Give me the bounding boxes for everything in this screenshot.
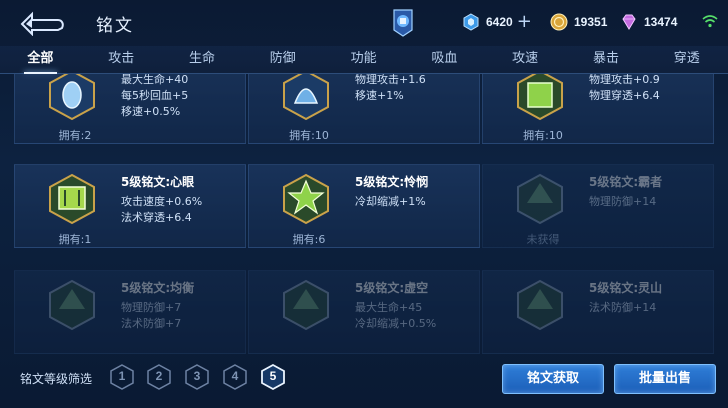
rune-card[interactable]: 5级铭文:心眼 攻击速度+0.6% 法术穿透+6.4 拥有:1	[14, 164, 246, 248]
top-bar: 铭文 6420 + 19351 13474	[0, 0, 728, 46]
rune-card[interactable]: 5级铭文:怜悯 冷却缩减+1% 拥有:6	[248, 164, 480, 248]
hero-badge-icon[interactable]	[390, 8, 416, 38]
rune-card[interactable]: 5级铭文:均衡 物理防御+7 法术防御+7	[14, 270, 246, 354]
tab-all[interactable]: 全部	[0, 46, 81, 74]
rune-owned-count: 拥有:10	[523, 129, 563, 142]
rune-emblem-icon	[283, 173, 329, 225]
rune-emblem-icon	[517, 173, 563, 225]
gold-coin-icon	[550, 13, 568, 31]
bottom-bar: 铭文等级筛选 1 2 3 4 5 铭文获取 批量出售	[0, 356, 728, 408]
rune-card[interactable]: 最大生命+40 每5秒回血+5 移速+0.5% 拥有:2	[14, 74, 246, 144]
rune-stat: 攻击速度+0.6%	[121, 195, 203, 208]
rune-grid: 最大生命+40 每5秒回血+5 移速+0.5% 拥有:2 物理攻击+1.6 移速…	[14, 74, 714, 356]
gold-balance: 19351	[550, 11, 607, 33]
gem-icon	[622, 14, 636, 30]
level-filter-label-5: 5	[269, 369, 277, 383]
rune-name: 5级铭文:灵山	[589, 281, 663, 295]
diamond-balance: 6420 +	[462, 11, 532, 33]
rune-stat: 物理防御+7	[121, 301, 182, 314]
rune-name: 5级铭文:霸者	[589, 175, 663, 189]
gem-value: 13474	[644, 15, 678, 29]
level-filter-4[interactable]: 4	[223, 364, 247, 390]
back-icon[interactable]	[18, 8, 66, 36]
add-diamond-button[interactable]: +	[517, 13, 532, 31]
rune-stat: 最大生命+40	[121, 74, 189, 86]
rune-owned-count: 拥有:10	[289, 129, 329, 142]
rune-stat: 法术防御+7	[121, 317, 182, 330]
rune-emblem-icon	[49, 74, 95, 121]
tab-crit[interactable]: 暴击	[566, 46, 647, 73]
rune-owned-count: 拥有:1	[58, 233, 92, 246]
level-filter-2[interactable]: 2	[147, 364, 171, 390]
rune-emblem-icon	[517, 74, 563, 121]
rune-stat: 物理攻击+0.9	[589, 74, 660, 86]
rune-stat: 法术防御+14	[589, 301, 657, 314]
rune-card[interactable]: 物理攻击+0.9 物理穿透+6.4 拥有:10	[482, 74, 714, 144]
category-tabs: 全部 攻击 生命 防御 功能 吸血 攻速 暴击 穿透	[0, 46, 728, 74]
rune-name: 5级铭文:虚空	[355, 281, 429, 295]
rune-card[interactable]: 物理攻击+1.6 移速+1% 拥有:10	[248, 74, 480, 144]
rune-stat: 每5秒回血+5	[121, 89, 189, 102]
rune-name: 5级铭文:怜悯	[355, 175, 429, 189]
rune-card[interactable]: 5级铭文:虚空 最大生命+45 冷却缩减+0.5%	[248, 270, 480, 354]
tab-lifesteal[interactable]: 吸血	[404, 46, 485, 73]
gold-value: 19351	[574, 15, 608, 29]
rune-emblem-icon	[49, 173, 95, 225]
tab-attack-speed[interactable]: 攻速	[485, 46, 566, 73]
tab-penetration[interactable]: 穿透	[646, 46, 727, 73]
rune-stat: 移速+1%	[355, 89, 404, 102]
batch-sell-button[interactable]: 批量出售	[614, 364, 716, 394]
diamond-value: 6420	[486, 15, 513, 29]
rune-stat: 物理防御+14	[589, 195, 657, 208]
level-filter-label-1: 1	[118, 369, 126, 383]
gem-balance: 13474	[620, 11, 677, 33]
rune-stat: 物理攻击+1.6	[355, 74, 426, 86]
rune-emblem-icon	[283, 279, 329, 331]
rune-emblem-icon	[49, 279, 95, 331]
rune-emblem-icon	[517, 279, 563, 331]
level-filter-label: 铭文等级筛选	[20, 372, 93, 386]
diamond-icon	[463, 13, 479, 31]
level-filter-5[interactable]: 5	[261, 363, 285, 391]
tab-health[interactable]: 生命	[162, 46, 243, 73]
rune-name: 5级铭文:均衡	[121, 281, 195, 295]
wifi-icon	[702, 15, 718, 28]
level-filter-label-2: 2	[155, 369, 163, 383]
rune-card[interactable]: 5级铭文:灵山 法术防御+14	[482, 270, 714, 354]
level-filter-1[interactable]: 1	[110, 364, 134, 390]
rune-card[interactable]: 5级铭文:霸者 物理防御+14 未获得	[482, 164, 714, 248]
rune-stat: 移速+0.5%	[121, 105, 181, 118]
rune-stat: 物理穿透+6.4	[589, 89, 660, 102]
get-rune-button[interactable]: 铭文获取	[502, 364, 604, 394]
level-filter-label-4: 4	[231, 369, 239, 383]
tab-defense[interactable]: 防御	[242, 46, 323, 73]
tab-utility[interactable]: 功能	[323, 46, 404, 73]
rune-stat: 最大生命+45	[355, 301, 423, 314]
rune-owned-count: 拥有:6	[292, 233, 326, 246]
rune-owned-count: 未获得	[526, 233, 560, 246]
tab-attack[interactable]: 攻击	[81, 46, 162, 73]
rune-stat: 法术穿透+6.4	[121, 211, 192, 224]
page-title: 铭文	[96, 16, 134, 36]
rune-stat: 冷却缩减+0.5%	[355, 317, 437, 330]
rune-stat: 冷却缩减+1%	[355, 195, 426, 208]
rune-emblem-icon	[283, 74, 329, 121]
level-filter-3[interactable]: 3	[185, 364, 209, 390]
rune-name: 5级铭文:心眼	[121, 175, 195, 189]
level-filter-label-3: 3	[193, 369, 201, 383]
rune-owned-count: 拥有:2	[58, 129, 92, 142]
